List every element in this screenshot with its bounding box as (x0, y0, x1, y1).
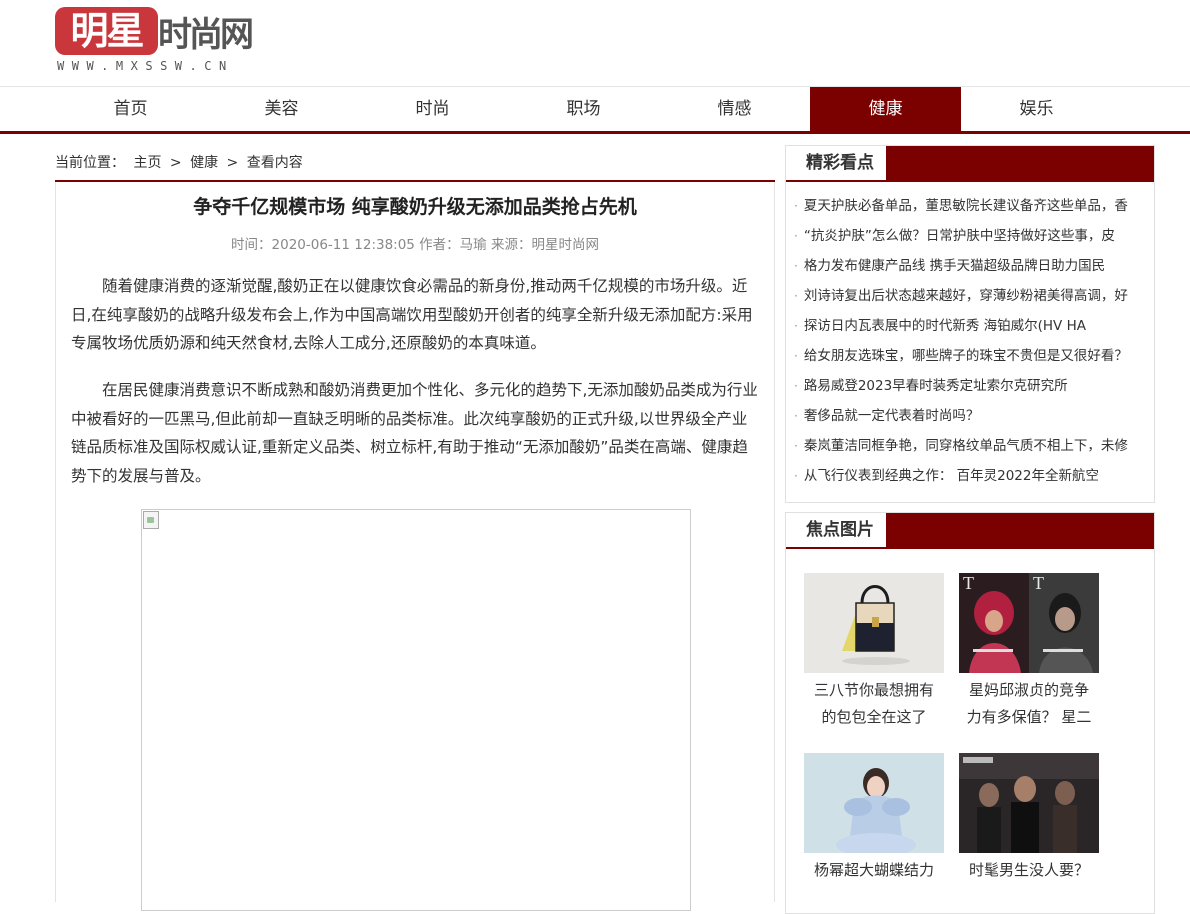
highlight-item-text: 刘诗诗复出后状态越来越好，穿薄纱粉裙美得高调，好 (803, 288, 1128, 304)
highlight-item-text: 从飞行仪表到经典之作： 百年灵2022年全新航空 (803, 468, 1099, 484)
bullet-icon: · (794, 469, 798, 483)
highlights-title: 精彩看点 (806, 153, 874, 173)
focus-card-caption[interactable]: 杨幂超大蝴蝶结力 (804, 857, 944, 884)
focus-card-caption[interactable]: 星妈邱淑贞的竞争 力有多保值？ 星二 (959, 677, 1099, 731)
breadcrumb-separator: > (226, 155, 239, 171)
focus-pictures-box: 焦点图片 三八节你最想拥有 的包包全在这了 T T 星妈邱淑贞的竞争 力有多保值… (785, 512, 1155, 914)
article-paragraph: 在居民健康消费意识不断成熟和酸奶消费更加个性化、多元化的趋势下,无添加酸奶品类成… (71, 381, 758, 485)
nav-item-career[interactable]: 职场 (508, 87, 659, 131)
caption-line: 三八节你最想拥有 (813, 681, 934, 699)
highlight-item[interactable]: · 从飞行仪表到经典之作： 百年灵2022年全新航空 (794, 461, 1146, 491)
bullet-icon: · (794, 439, 798, 453)
highlight-item-text: 奢侈品就一定代表着时尚吗？ (803, 408, 980, 424)
article-meta: 时间：2020-06-11 12:38:05 作者：马瑜 来源：明星时尚网 (231, 237, 599, 253)
highlight-item[interactable]: · 探访日内瓦表展中的时代新秀 海铂威尔(HV HA (794, 311, 1146, 341)
caption-line: 杨幂超大蝴蝶结力 (813, 861, 934, 879)
magazine-cover-photo[interactable]: T T (959, 573, 1099, 673)
focus-title: 焦点图片 (806, 520, 874, 540)
highlight-item[interactable]: · 奢侈品就一定代表着时尚吗？ (794, 401, 1146, 431)
highlights-box: 精彩看点 · 夏天护肤必备单品，董思敏院长建议备齐这些单品，香 · “抗炎护肤”怎么… (785, 145, 1155, 503)
bullet-icon: · (794, 409, 798, 423)
highlight-item-text: 秦岚董洁同框争艳，同穿格纹单品气质不相上下，未修 (803, 438, 1128, 454)
site-logo[interactable]: 明星 时尚网 WWW.MXSSW.CN (55, 7, 275, 77)
highlights-header: 精彩看点 (786, 146, 1154, 182)
nav-item-emotion[interactable]: 情感 (659, 87, 810, 131)
article: 争夺千亿规模市场 纯享酸奶升级无添加品类抢占先机 时间：2020-06-11 1… (55, 182, 775, 911)
highlight-item[interactable]: · 夏天护肤必备单品，董思敏院长建议备齐这些单品，香 (794, 191, 1146, 221)
broken-image-icon (143, 511, 159, 529)
breadcrumb-category[interactable]: 健康 (190, 155, 218, 171)
breadcrumb-prefix: 当前位置： (55, 155, 125, 171)
highlight-item[interactable]: · 路易威登2023早春时装秀定址索尔克研究所 (794, 371, 1146, 401)
nav-item-entertainment[interactable]: 娱乐 (961, 87, 1112, 131)
highlight-item-text: 路易威登2023早春时装秀定址索尔克研究所 (803, 378, 1068, 394)
article-title: 争夺千亿规模市场 纯享酸奶升级无添加品类抢占先机 (193, 196, 637, 218)
highlight-item[interactable]: · 格力发布健康产品线 携手天猫超级品牌日助力国民 (794, 251, 1146, 281)
logo-url: WWW.MXSSW.CN (57, 59, 234, 73)
bullet-icon: · (794, 349, 798, 363)
gown-photo[interactable] (804, 753, 944, 853)
nav-item-health[interactable]: 健康 (810, 87, 961, 131)
main-nav: 首页 美容 时尚 职场 情感 健康 娱乐 (0, 86, 1190, 134)
highlights-list: · 夏天护肤必备单品，董思敏院长建议备齐这些单品，香 · “抗炎护肤”怎么做？日常护… (794, 191, 1146, 491)
focus-card-caption[interactable]: 三八节你最想拥有 的包包全在这了 (804, 677, 944, 731)
highlight-item[interactable]: · 刘诗诗复出后状态越来越好，穿薄纱粉裙美得高调，好 (794, 281, 1146, 311)
focus-header: 焦点图片 (786, 513, 1154, 549)
breadcrumb-current: 查看内容 (246, 155, 303, 171)
logo-grey-text: 时尚网 (158, 15, 254, 55)
bullet-icon: · (794, 259, 798, 273)
site-header: 明星 时尚网 WWW.MXSSW.CN (0, 0, 1190, 86)
caption-line: 星妈邱淑贞的竞争 (968, 681, 1089, 699)
caption-line: 力有多保值？ 星二 (966, 708, 1092, 726)
svg-text:T: T (963, 573, 974, 593)
nav-item-home[interactable]: 首页 (55, 87, 206, 131)
bullet-icon: · (794, 289, 798, 303)
breadcrumb-home[interactable]: 主页 (133, 155, 161, 171)
caption-line: 的包包全在这了 (821, 708, 927, 726)
highlight-item[interactable]: · 秦岚董洁同框争艳，同穿格纹单品气质不相上下，未修 (794, 431, 1146, 461)
handbag-photo[interactable] (804, 573, 944, 673)
caption-line: 时髦男生没人要？ (968, 861, 1089, 879)
logo-red-text: 明星 (55, 7, 158, 55)
svg-text:T: T (1033, 573, 1044, 593)
bullet-icon: · (794, 199, 798, 213)
highlight-item[interactable]: · 给女朋友选珠宝，哪些牌子的珠宝不贵但是又很好看？ (794, 341, 1146, 371)
highlight-item-text: 给女朋友选珠宝，哪些牌子的珠宝不贵但是又很好看？ (803, 348, 1128, 364)
breadcrumb: 当前位置： 主页 > 健康 > 查看内容 (55, 148, 775, 182)
article-image (141, 509, 691, 911)
highlight-item-text: 探访日内瓦表展中的时代新秀 海铂威尔(HV HA (803, 318, 1086, 334)
nav-item-beauty[interactable]: 美容 (206, 87, 357, 131)
breadcrumb-separator: > (169, 155, 182, 171)
bullet-icon: · (794, 379, 798, 393)
nav-item-fashion[interactable]: 时尚 (357, 87, 508, 131)
bullet-icon: · (794, 229, 798, 243)
highlight-item[interactable]: · “抗炎护肤”怎么做？日常护肤中坚持做好这些事，皮 (794, 221, 1146, 251)
header-accent-bar (886, 146, 1154, 180)
highlight-item-text: “抗炎护肤”怎么做？日常护肤中坚持做好这些事，皮 (803, 228, 1115, 244)
highlight-item-text: 格力发布健康产品线 携手天猫超级品牌日助力国民 (803, 258, 1106, 274)
article-paragraph: 随着健康消费的逐渐觉醒,酸奶正在以健康饮食必需品的新身份,推动两千亿规模的市场升… (71, 277, 753, 352)
focus-card-caption[interactable]: 时髦男生没人要？ (959, 857, 1099, 884)
highlight-item-text: 夏天护肤必备单品，董思敏院长建议备齐这些单品，香 (803, 198, 1128, 214)
header-accent-bar (886, 513, 1154, 547)
fashion-show-photo[interactable] (959, 753, 1099, 853)
bullet-icon: · (794, 319, 798, 333)
